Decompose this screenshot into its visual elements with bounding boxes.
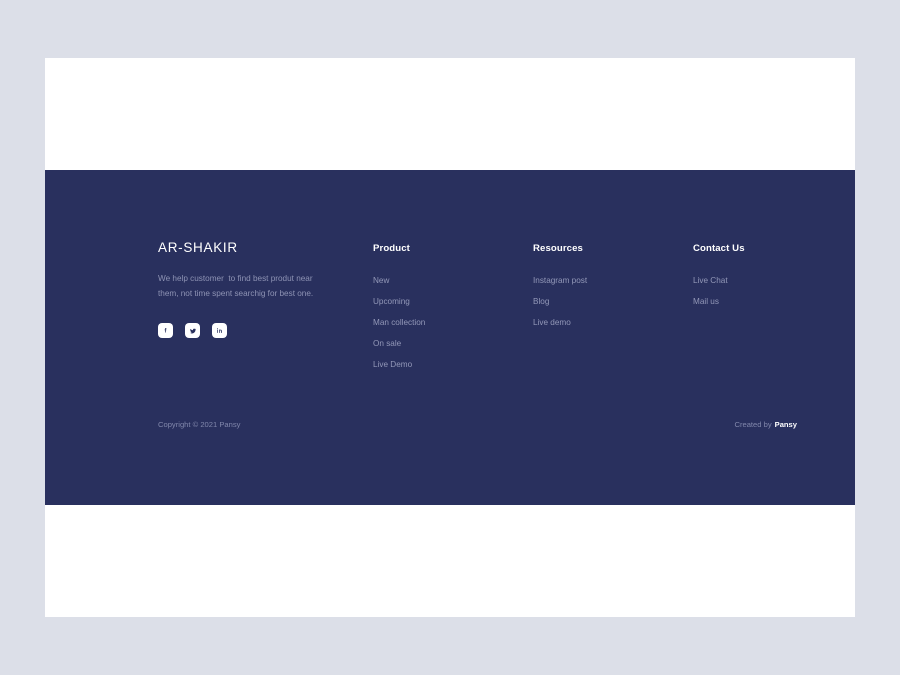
linkedin-icon[interactable] [212,323,227,338]
footer-link-instagram-post[interactable]: Instagram post [533,270,693,291]
footer-brand-column: AR-SHAKIR We help customer to find best … [158,240,373,338]
footer-content: AR-SHAKIR We help customer to find best … [158,240,797,375]
credit-prefix: Created by [734,420,772,429]
footer-link-live-demo-resources[interactable]: Live demo [533,312,693,333]
footer-link-man-collection[interactable]: Man collection [373,312,533,333]
footer-column-product: Product New Upcoming Man collection On s… [373,240,533,375]
artboard-blank-area-top [45,58,855,170]
footer-column-heading: Product [373,243,410,254]
credit-text: Created by Pansy [734,420,797,429]
design-artboard: AR-SHAKIR We help customer to find best … [45,58,855,617]
facebook-icon[interactable] [158,323,173,338]
brand-title: AR-SHAKIR [158,240,238,255]
footer-column-heading: Contact Us [693,243,745,254]
footer-link-mail-us[interactable]: Mail us [693,291,853,312]
social-links [158,323,373,338]
footer-column-heading: Resources [533,243,583,254]
footer-columns: AR-SHAKIR We help customer to find best … [158,240,797,375]
footer-link-on-sale[interactable]: On sale [373,333,533,354]
footer-column-contact-us: Contact Us Live Chat Mail us [693,240,853,312]
copyright-text: Copyright © 2021 Pansy [158,420,241,429]
footer-bottom-bar: Copyright © 2021 Pansy Created by Pansy [158,420,797,429]
site-footer: AR-SHAKIR We help customer to find best … [45,170,855,505]
artboard-blank-area-bottom [45,505,855,617]
twitter-icon[interactable] [185,323,200,338]
brand-description: We help customer to find best produt nea… [158,274,315,298]
screenshot-canvas: AR-SHAKIR We help customer to find best … [0,0,900,675]
footer-link-blog[interactable]: Blog [533,291,693,312]
footer-link-upcoming[interactable]: Upcoming [373,291,533,312]
credit-brand[interactable]: Pansy [775,420,797,429]
footer-link-new[interactable]: New [373,270,533,291]
footer-column-resources: Resources Instagram post Blog Live demo [533,240,693,333]
footer-link-live-demo[interactable]: Live Demo [373,354,533,375]
footer-link-live-chat[interactable]: Live Chat [693,270,853,291]
